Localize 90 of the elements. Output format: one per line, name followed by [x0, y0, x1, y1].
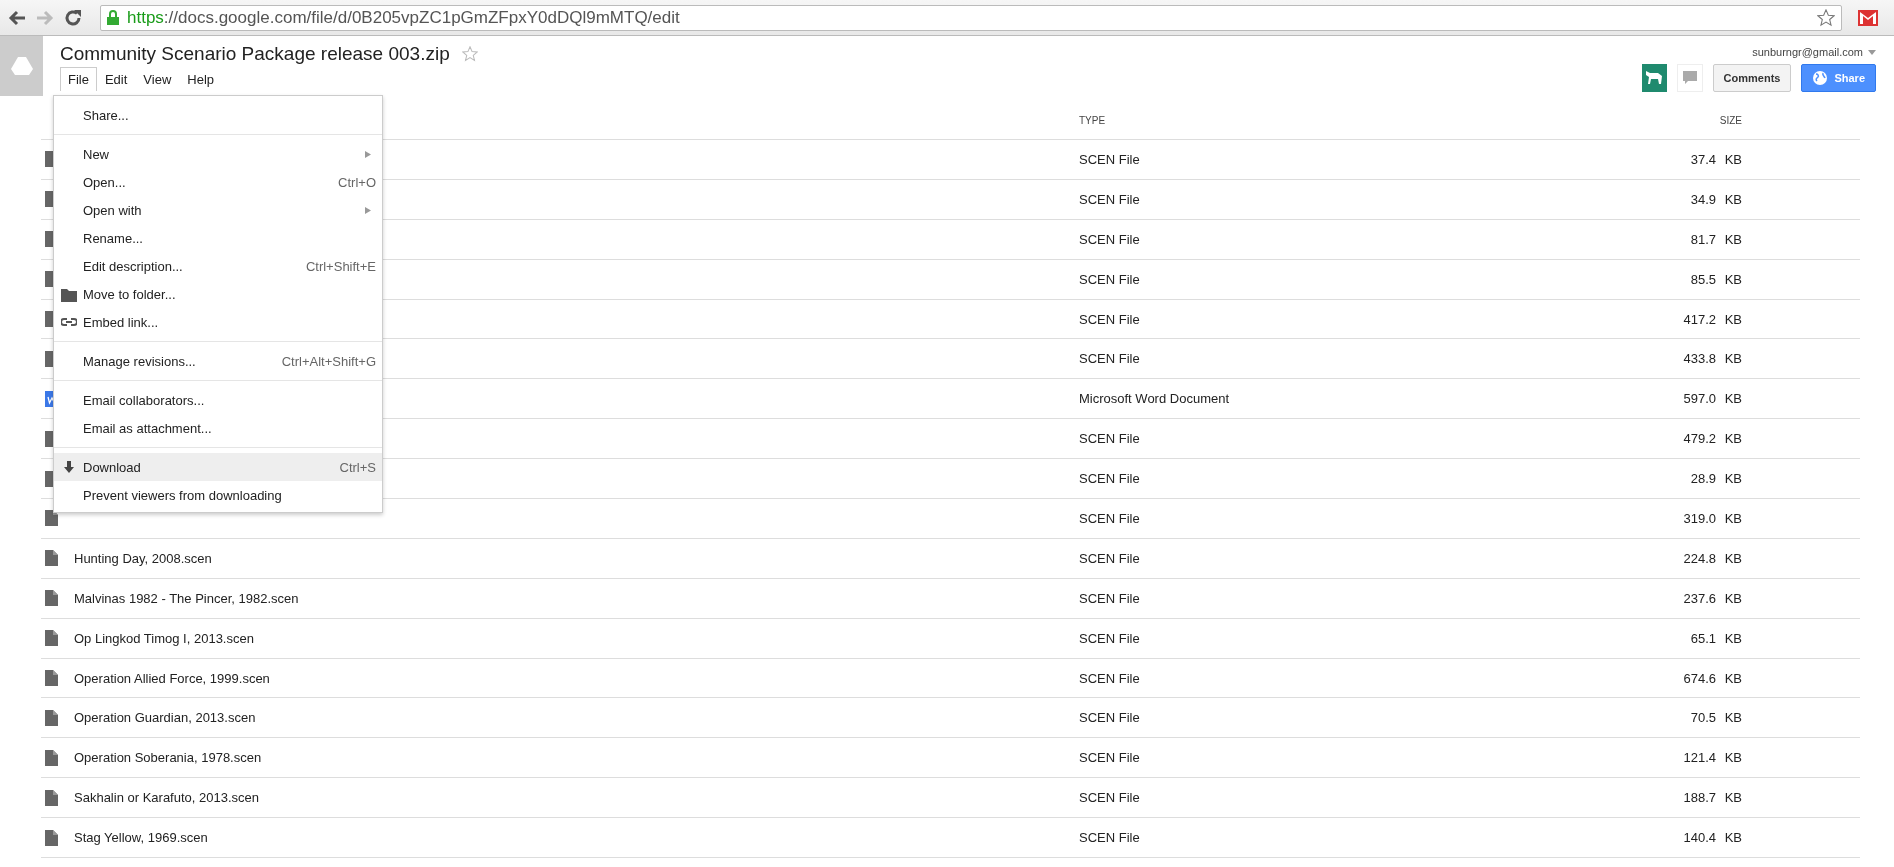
file-type: SCEN File [1079, 151, 1141, 167]
menu-item[interactable]: New [54, 140, 382, 168]
file-icon [45, 709, 58, 726]
menu-item[interactable]: Open... Ctrl+O [54, 168, 382, 196]
menu-item[interactable]: Download Ctrl+S [54, 453, 382, 481]
file-icon [45, 590, 58, 607]
file-size: 85.5 KB [1689, 271, 1743, 287]
menu-item[interactable]: Share... [54, 101, 382, 129]
file-size: 433.8 KB [1682, 351, 1743, 367]
file-type: SCEN File [1079, 471, 1141, 487]
document-title: Community Scenario Package release 003.zip [60, 43, 450, 65]
file-type: SCEN File [1079, 271, 1141, 287]
file-icon [45, 829, 58, 846]
file-name[interactable]: Op Lingkod Timog I, 2013.scen [74, 630, 254, 646]
menu-item[interactable]: Open with [54, 196, 382, 224]
file-size: 28.9 KB [1689, 471, 1743, 487]
file-type: SCEN File [1079, 510, 1141, 526]
file-icon [45, 630, 58, 647]
menu-item[interactable]: Email collaborators... [54, 386, 382, 414]
file-type: SCEN File [1079, 670, 1141, 686]
menu-item[interactable]: Rename... [54, 224, 382, 252]
file-type: Microsoft Word Document [1079, 391, 1231, 407]
file-size: 237.6 KB [1682, 590, 1743, 606]
comments-button[interactable]: Comments [1712, 64, 1792, 92]
star-icon[interactable] [461, 46, 478, 62]
file-type: SCEN File [1079, 790, 1141, 806]
menu-item[interactable]: Manage revisions... Ctrl+Alt+Shift+G [54, 347, 382, 375]
file-type: SCEN File [1079, 830, 1141, 846]
file-icon [45, 749, 58, 766]
reload-icon[interactable] [64, 8, 82, 27]
file-size: 319.0 KB [1682, 510, 1743, 526]
file-type: SCEN File [1079, 630, 1141, 646]
bookmark-star-icon[interactable] [1817, 8, 1835, 27]
file-size: 81.7 KB [1689, 231, 1743, 247]
menu-tab[interactable]: Edit [96, 67, 136, 91]
back-icon[interactable] [8, 9, 26, 26]
address-bar[interactable]: https://docs.google.com/file/d/0B205vpZC1pGmZFpxY0dDQl9mMTQ/edit [100, 4, 1842, 31]
file-size: 597.0 KB [1682, 391, 1743, 407]
dropdown-caret-icon[interactable] [1868, 49, 1876, 55]
menu-tab[interactable]: View [135, 67, 180, 91]
menu-item[interactable]: Email as attachment... [54, 414, 382, 442]
file-size: 674.6 KB [1682, 670, 1743, 686]
file-type: SCEN File [1079, 351, 1141, 367]
file-name[interactable]: Hunting Day, 2008.scen [74, 550, 212, 566]
file-size: 37.4 KB [1689, 151, 1743, 167]
folder-icon [60, 286, 77, 302]
drive-logo-icon [10, 56, 33, 76]
file-size: 417.2 KB [1682, 311, 1743, 327]
menu-item[interactable]: Move to folder... [54, 280, 382, 308]
file-size: 479.2 KB [1682, 431, 1743, 447]
file-icon [45, 789, 58, 806]
file-type: SCEN File [1079, 590, 1141, 606]
file-name[interactable]: Sakhalin or Karafuto, 2013.scen [74, 790, 259, 806]
file-type: SCEN File [1079, 710, 1141, 726]
globe-icon [1812, 70, 1829, 86]
link-icon [60, 315, 77, 329]
url-text: https://docs.google.com/file/d/0B205vpZC1pGmZFpxY0dDQl9mMTQ/edit [127, 7, 681, 28]
file-name[interactable]: Operation Allied Force, 1999.scen [74, 670, 270, 686]
file-type: SCEN File [1079, 750, 1141, 766]
file-icon [45, 670, 58, 686]
menu-item[interactable]: Embed link... [54, 308, 382, 336]
download-arrow-icon [62, 461, 75, 473]
file-size: 224.8 KB [1682, 550, 1743, 566]
file-size: 70.5 KB [1689, 710, 1743, 726]
file-type: SCEN File [1079, 431, 1141, 447]
menu-tab[interactable]: File [60, 67, 97, 91]
file-name[interactable]: Stag Yellow, 1969.scen [74, 830, 208, 846]
column-header[interactable]: TYPE [1079, 115, 1660, 126]
file-type: SCEN File [1079, 550, 1141, 566]
file-type: SCEN File [1079, 191, 1141, 207]
file-type: SCEN File [1079, 231, 1141, 247]
file-name[interactable]: Malvinas 1982 - The Pincer, 1982.scen [74, 590, 299, 606]
file-size: 188.7 KB [1682, 790, 1743, 806]
column-header[interactable]: SIZE [1660, 115, 1860, 126]
file-size: 34.9 KB [1689, 191, 1743, 207]
file-name[interactable]: Operation Soberania, 1978.scen [74, 750, 262, 766]
menu-tab[interactable]: Help [179, 67, 223, 91]
file-size: 121.4 KB [1682, 750, 1743, 766]
avatar-icon[interactable] [1641, 64, 1667, 92]
account-email[interactable]: sunburngr@gmail.com [1752, 46, 1863, 58]
mail-icon[interactable] [1858, 9, 1878, 26]
file-size: 65.1 KB [1689, 630, 1743, 646]
file-name[interactable]: Operation Guardian, 2013.scen [74, 710, 256, 726]
comment-icon[interactable] [1676, 64, 1703, 92]
menu-item[interactable]: Edit description... Ctrl+Shift+E [54, 252, 382, 280]
file-type: SCEN File [1079, 311, 1141, 327]
lock-icon [107, 10, 119, 25]
file-size: 140.4 KB [1682, 830, 1743, 846]
menu-item[interactable]: Prevent viewers from downloading [54, 481, 382, 509]
file-icon [45, 550, 58, 567]
